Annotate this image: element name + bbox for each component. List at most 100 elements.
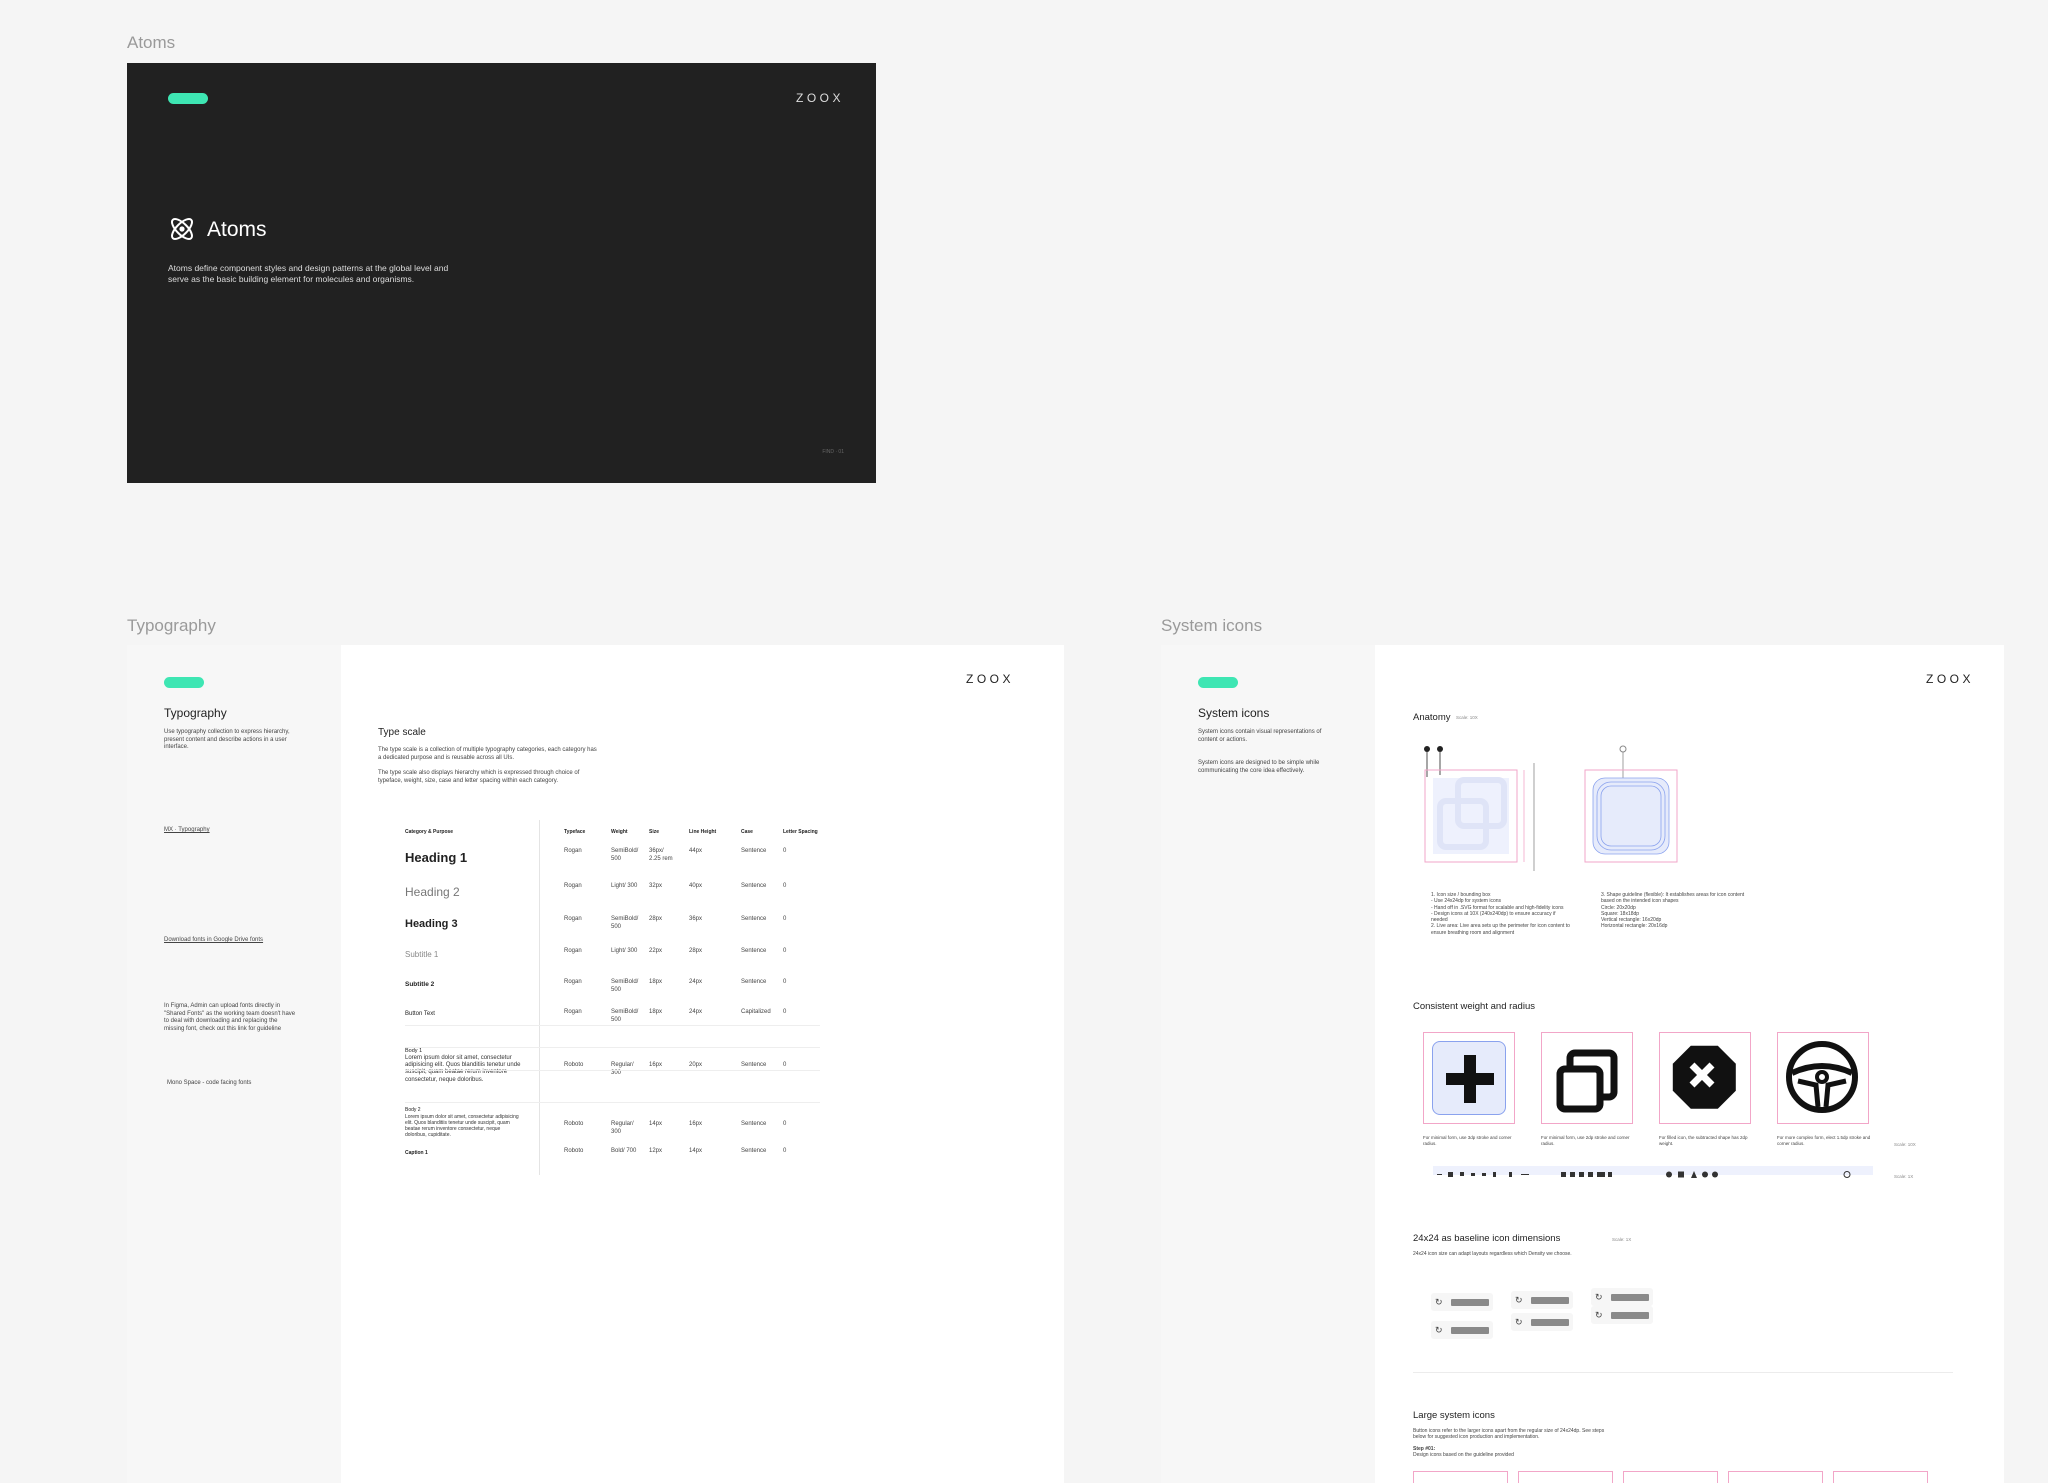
frame-label-system-icons: System icons [1161, 616, 1263, 635]
baseline-title: 24x24 as baseline icon dimensions [1413, 1233, 1561, 1244]
list-item: ↻ [1591, 1306, 1653, 1324]
zoox-logo: ZOOX [965, 672, 1014, 686]
zoox-logo: ZOOX [795, 91, 844, 105]
baseline-desc: 24x24 icon size can adapt layouts regard… [1413, 1251, 1572, 1257]
type-style-name: Heading 1 [405, 850, 468, 865]
letter-spacing-value: 0 [783, 1009, 787, 1015]
typeface-value: Roboto [564, 1148, 584, 1154]
line-height-value: 24px [689, 979, 703, 985]
type-style-name: Subtitle 1 [405, 950, 439, 959]
refresh-icon: ↻ [1595, 1292, 1603, 1302]
weight-value: SemiBold/ 500 [611, 848, 639, 862]
large-icons-desc: Button icons refer to the larger icons a… [1413, 1428, 1605, 1441]
type-style-name: Subtitle 2 [405, 981, 435, 988]
weight-value: Light/ 300 [611, 948, 638, 954]
table-divider [405, 1047, 820, 1048]
table-divider [405, 1025, 820, 1026]
case-value: Sentence [741, 883, 767, 889]
size-value: 12px [649, 1148, 663, 1154]
table-header: Letter Spacing [783, 829, 818, 835]
weight-radius-title: Consistent weight and radius [1413, 1001, 1535, 1012]
size-value: 36px/ 2.25 rem [649, 848, 673, 862]
mono-space-note: Mono Space - code facing fonts [167, 1080, 252, 1086]
line-height-value: 36px [689, 916, 703, 922]
line-height-value: 20px [689, 1062, 703, 1068]
type-style-name: Body 1 [405, 1048, 423, 1054]
step-box [1833, 1471, 1928, 1483]
letter-spacing-value: 0 [783, 1062, 787, 1068]
typeface-value: Rogan [564, 848, 582, 854]
typeface-value: Rogan [564, 916, 582, 922]
size-value: 14px [649, 1121, 663, 1127]
divider [539, 820, 540, 1175]
icon-caption: For more complex form, elect 1.5dp strok… [1777, 1135, 1871, 1146]
table-header: Case [741, 829, 753, 835]
atoms-description: Atoms define component styles and design… [168, 263, 449, 285]
baseline-scale: Scale: 1X [1612, 1237, 1632, 1242]
size-value: 32px [649, 883, 663, 889]
step-box [1413, 1471, 1508, 1483]
download-fonts-link[interactable]: Download fonts in Google Drive fonts [164, 937, 263, 945]
table-header: Typeface [564, 829, 586, 835]
case-value: Sentence [741, 979, 767, 985]
table-header: Category & Purpose [405, 829, 454, 835]
icon-card [1659, 1032, 1751, 1124]
system-icons-frame[interactable]: System icons System icons contain visual… [1161, 645, 2004, 1483]
letter-spacing-value: 0 [783, 1121, 787, 1127]
list-item: ↻ [1591, 1288, 1653, 1306]
type-style-name: Body 2 [405, 1107, 421, 1113]
refresh-icon: ↻ [1435, 1325, 1443, 1335]
zoox-logo: ZOOX [1925, 672, 1974, 686]
letter-spacing-value: 0 [783, 848, 787, 854]
placeholder-bar [1451, 1299, 1489, 1306]
list-item: ↻ [1431, 1293, 1493, 1311]
type-style-name: Caption 1 [405, 1150, 428, 1156]
weight-value: SemiBold/ 500 [611, 979, 639, 993]
typography-link[interactable]: MX · Typography [164, 827, 210, 835]
refresh-icon: ↻ [1515, 1317, 1523, 1327]
placeholder-bar [1531, 1319, 1569, 1326]
scale-1x: Scale: 1X [1894, 1174, 1914, 1179]
typography-sidebar: Typography Use typography collection to … [127, 645, 341, 1483]
typeface-value: Roboto [564, 1062, 584, 1068]
list-item: ↻ [1511, 1291, 1573, 1309]
line-height-value: 40px [689, 883, 703, 889]
icon-caption: For filled icon, the subtracted shape ha… [1659, 1135, 1748, 1146]
letter-spacing-value: 0 [783, 883, 787, 889]
icon-card [1423, 1032, 1515, 1124]
close-octagon-icon [1668, 1041, 1742, 1115]
accent-pill [1198, 677, 1238, 688]
anatomy-diagram [1424, 745, 1678, 871]
atoms-frame[interactable]: ZOOX Atoms Atoms define component styles… [127, 63, 876, 483]
typeface-value: Rogan [564, 883, 582, 889]
sidebar-intro: Use typography collection to express hie… [164, 729, 290, 750]
placeholder-bar [1451, 1327, 1489, 1334]
anatomy-note-1: 1. Icon size / bounding box - Use 24x24d… [1431, 892, 1570, 936]
case-value: Sentence [741, 1121, 767, 1127]
icon-caption: For minimal form, use 3dp stroke and cor… [1423, 1135, 1512, 1146]
sidebar-intro-2: System icons are designed to be simple w… [1198, 760, 1320, 774]
copy-icon [1550, 1041, 1624, 1115]
step-box [1623, 1471, 1718, 1483]
size-value: 18px [649, 1009, 663, 1015]
accent-pill [168, 93, 208, 104]
type-scale-desc-1: The type scale is a collection of multip… [378, 747, 597, 761]
plus-icon [1432, 1041, 1506, 1115]
line-height-value: 16px [689, 1121, 703, 1127]
frame-label-typography: Typography [127, 616, 216, 635]
type-style-name: Heading 3 [405, 918, 458, 930]
figma-fonts-note: In Figma, Admin can upload fonts directl… [164, 1003, 296, 1032]
line-height-value: 44px [689, 848, 703, 854]
case-value: Sentence [741, 948, 767, 954]
step-box [1518, 1471, 1613, 1483]
list-item: ↻ [1431, 1321, 1493, 1339]
case-value: Sentence [741, 848, 767, 854]
accent-pill [164, 677, 204, 688]
weight-value: Regular/ 300 [611, 1121, 634, 1135]
icon-card [1541, 1032, 1633, 1124]
table-header: Weight [611, 829, 628, 835]
case-value: Capitalized [741, 1009, 771, 1015]
type-style-name: Button Text [405, 1011, 435, 1017]
weight-value: Light/ 300 [611, 883, 638, 889]
typography-frame[interactable]: Typography Use typography collection to … [127, 645, 1064, 1483]
